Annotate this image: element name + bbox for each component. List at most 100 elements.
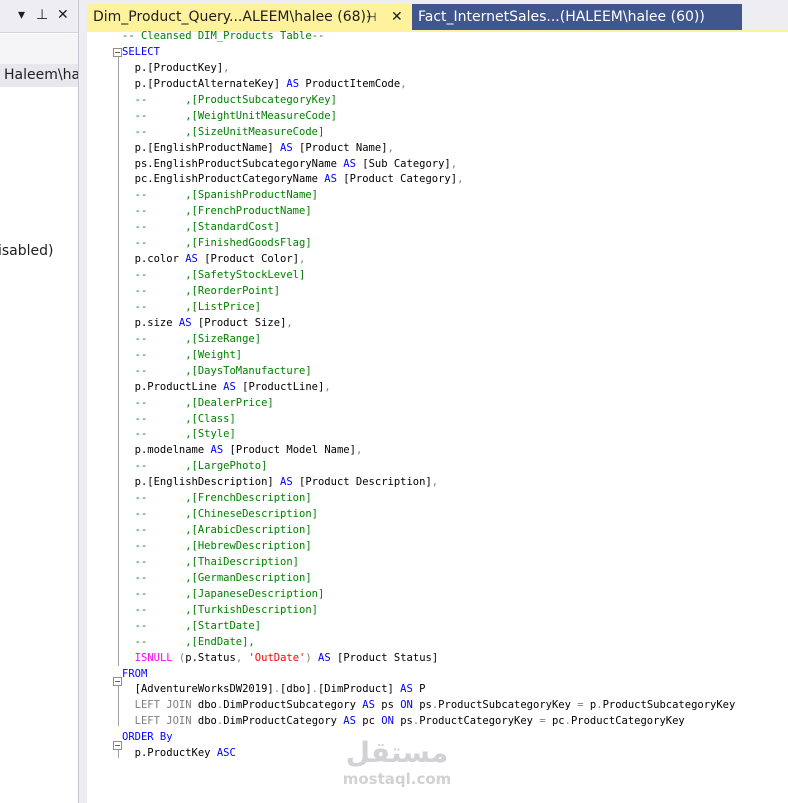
- code-token: pc.EnglishProductCategoryName: [122, 173, 325, 186]
- code-text[interactable]: -- Cleansed DIM_Products Table-- SELECT p…: [122, 29, 735, 762]
- code-line[interactable]: -- ,[ThaiDescription]: [122, 555, 735, 571]
- server-node[interactable]: Haleem\ha: [0, 64, 78, 87]
- code-line[interactable]: -- ,[Weight]: [122, 348, 735, 364]
- code-token: ProductCategoryKey: [419, 715, 540, 728]
- code-token: [ProductLine]: [235, 380, 325, 393]
- code-token: AS: [343, 715, 356, 728]
- code-line[interactable]: -- ,[ReorderPoint]: [122, 284, 735, 300]
- code-line[interactable]: -- ,[Style]: [122, 427, 735, 443]
- collapse-icon[interactable]: [113, 48, 122, 57]
- code-line[interactable]: -- ,[Class]: [122, 412, 735, 428]
- code-token: [AdventureWorksDW2019]: [122, 683, 274, 696]
- collapse-icon[interactable]: [113, 741, 122, 750]
- code-line[interactable]: -- ,[LargePhoto]: [122, 459, 735, 475]
- splitter[interactable]: [79, 0, 87, 803]
- code-line[interactable]: -- ,[ProductSubcategoryKey]: [122, 93, 735, 109]
- code-token: p: [583, 699, 597, 712]
- code-token: [Product Size]: [191, 316, 287, 329]
- code-line[interactable]: -- ,[SizeUnitMeasureCode]: [122, 125, 735, 141]
- code-line[interactable]: -- ,[SafetyStockLevel]: [122, 268, 735, 284]
- code-token: ,: [400, 77, 407, 90]
- code-token: -- ,[ChineseDescription]: [122, 508, 318, 521]
- code-token: pc: [545, 715, 565, 728]
- code-line[interactable]: -- ,[ArabicDescription]: [122, 523, 735, 539]
- sql-editor[interactable]: -- Cleansed DIM_Products Table-- SELECT p…: [87, 29, 788, 803]
- watermark-latin: mostaql.com: [342, 770, 452, 788]
- code-line[interactable]: -- ,[GermanDescription]: [122, 571, 735, 587]
- collapse-icon[interactable]: [113, 677, 122, 686]
- code-line[interactable]: [AdventureWorksDW2019].[dbo].[DimProduct…: [122, 682, 735, 698]
- tab-fact-internet-sales[interactable]: Fact_InternetSales...(HALEEM\halee (60)): [412, 4, 742, 30]
- code-line[interactable]: -- ,[EndDate],: [122, 635, 735, 651]
- code-token: -- ,[Style]: [122, 428, 236, 441]
- code-token: [DimProduct]: [317, 683, 401, 696]
- tab-label: Fact_InternetSales...(HALEEM\halee (60)): [418, 9, 705, 25]
- code-token: AS: [210, 444, 224, 457]
- watermark-arabic: مستقل: [345, 736, 449, 769]
- code-line[interactable]: p.[EnglishProductName] AS [Product Name]…: [122, 141, 735, 157]
- code-token: -- ,[StandardCost]: [122, 221, 281, 234]
- code-token: ProductCategoryKey: [570, 715, 685, 728]
- code-line[interactable]: -- ,[JapaneseDescription]: [122, 587, 735, 603]
- object-explorer-panel: ▾ ⊥ ✕ Haleem\ha isabled): [0, 0, 79, 803]
- code-line[interactable]: -- ,[SpanishProductName]: [122, 188, 735, 204]
- pin-icon[interactable]: ⊣: [366, 4, 376, 30]
- mostaql-watermark: مستقل mostaql.com: [342, 736, 452, 796]
- code-token: P: [412, 683, 426, 696]
- code-line[interactable]: -- ,[DealerPrice]: [122, 396, 735, 412]
- code-token: ,: [324, 380, 331, 393]
- code-line[interactable]: -- ,[TurkishDescription]: [122, 603, 735, 619]
- code-line[interactable]: p.modelname AS [Product Model Name],: [122, 443, 735, 459]
- code-line[interactable]: -- ,[HebrewDescription]: [122, 539, 735, 555]
- code-line[interactable]: pc.EnglishProductCategoryName AS [Produc…: [122, 172, 735, 188]
- tab-dim-product-query[interactable]: Dim_Product_Query...ALEEM\halee (68)) ⊣ …: [87, 4, 412, 30]
- code-line[interactable]: p.color AS [Product Color],: [122, 252, 735, 268]
- code-line[interactable]: SELECT: [122, 45, 735, 61]
- code-line[interactable]: p.[ProductAlternateKey] AS ProductItemCo…: [122, 77, 735, 93]
- code-line[interactable]: -- ,[FrenchDescription]: [122, 491, 735, 507]
- code-line[interactable]: -- Cleansed DIM_Products Table--: [122, 29, 735, 45]
- code-token: -- ,[Class]: [122, 412, 236, 425]
- chevron-down-icon[interactable]: ▾: [18, 6, 25, 24]
- code-token: LEFT JOIN: [134, 715, 192, 728]
- code-token: [Product Description]: [292, 476, 432, 489]
- code-line[interactable]: ps.EnglishProductSubcategoryName AS [Sub…: [122, 157, 735, 173]
- code-token: p.Status: [185, 651, 236, 664]
- code-token: -- ,[Weight]: [122, 348, 243, 361]
- code-line[interactable]: p.[ProductKey],: [122, 61, 735, 77]
- close-icon[interactable]: ✕: [391, 4, 403, 30]
- code-token: [Product Category]: [336, 173, 458, 186]
- code-line[interactable]: -- ,[SizeRange]: [122, 332, 735, 348]
- code-token: p.ProductKey: [122, 747, 217, 760]
- editor-margin: [87, 32, 109, 803]
- code-line[interactable]: -- ,[DaysToManufacture]: [122, 364, 735, 380]
- code-line[interactable]: -- ,[FinishedGoodsFlag]: [122, 236, 735, 252]
- code-token: -- ,[FrenchProductName]: [122, 205, 312, 218]
- code-line[interactable]: FROM: [122, 667, 735, 683]
- code-line[interactable]: LEFT JOIN dbo.DimProductSubcategory AS p…: [122, 698, 736, 714]
- code-line[interactable]: -- ,[ListPrice]: [122, 300, 735, 316]
- code-token: -- ,[FinishedGoodsFlag]: [122, 237, 312, 250]
- code-line[interactable]: -- ,[StartDate]: [122, 619, 735, 635]
- code-token: DimProductCategory: [223, 715, 344, 728]
- code-line[interactable]: -- ,[WeightUnitMeasureCode]: [122, 109, 735, 125]
- code-token: AS: [318, 651, 331, 664]
- code-token: pc: [355, 715, 382, 728]
- code-line[interactable]: ISNULL (p.Status, 'OutDate') AS [Product…: [122, 651, 735, 667]
- code-token: -- ,[ListPrice]: [122, 300, 262, 313]
- pin-icon[interactable]: ⊥: [36, 6, 48, 24]
- code-line[interactable]: LEFT JOIN dbo.DimProductCategory AS pc O…: [122, 714, 735, 730]
- code-token: AS: [280, 476, 293, 489]
- code-line[interactable]: p.ProductLine AS [ProductLine],: [122, 380, 735, 396]
- close-icon[interactable]: ✕: [57, 6, 69, 24]
- panel-title-bar: ▾ ⊥ ✕: [0, 0, 78, 33]
- code-line[interactable]: -- ,[ChineseDescription]: [122, 507, 735, 523]
- code-line[interactable]: -- ,[StandardCost]: [122, 220, 735, 236]
- code-line[interactable]: p.size AS [Product Size],: [122, 316, 735, 332]
- code-token: AS: [178, 316, 192, 329]
- code-token: AS: [185, 253, 198, 266]
- code-line[interactable]: p.[EnglishDescription] AS [Product Descr…: [122, 475, 735, 491]
- code-line[interactable]: -- ,[FrenchProductName]: [122, 204, 735, 220]
